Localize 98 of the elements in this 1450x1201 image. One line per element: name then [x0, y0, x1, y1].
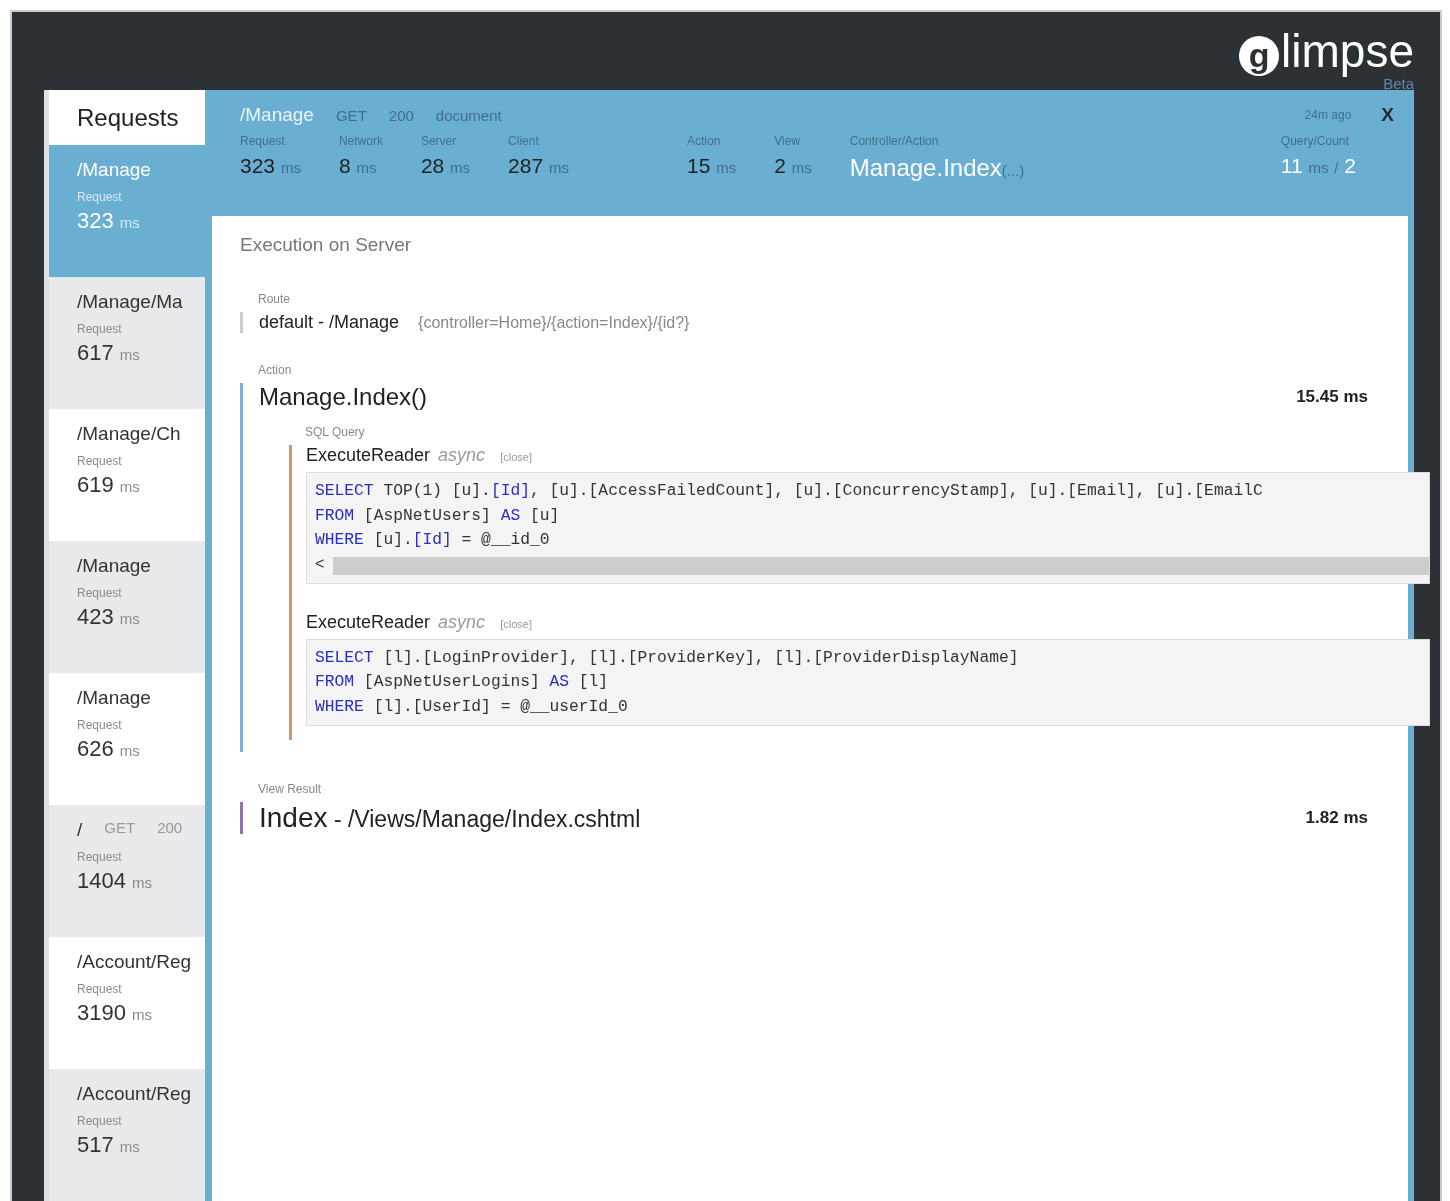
- request-label: Request: [77, 190, 123, 204]
- request-item[interactable]: /Manage/Ch Request 619 ms: [49, 409, 205, 541]
- request-time: 626: [77, 736, 114, 761]
- time-unit: ms: [132, 1006, 153, 1023]
- code-line: SELECT TOP(1) [u].[Id], [u].[AccessFailedCount], [u].[ConcurrencyStamp], [u].[Email], [u].[EmailC: [315, 480, 1264, 502]
- code-line: WHERE [l].[UserId] = @__userId_0: [315, 695, 629, 718]
- time-unit: ms: [1308, 159, 1329, 176]
- metric-label: Query/Count: [1280, 134, 1350, 148]
- metric-label: Request: [240, 134, 286, 148]
- time-unit: ms: [791, 159, 812, 176]
- request-path: /Manage: [240, 104, 314, 126]
- request-path: /Account/Reg: [77, 951, 192, 973]
- request-method: GET: [335, 106, 367, 124]
- request-label: Request: [77, 982, 123, 996]
- time-unit: ms: [119, 742, 140, 759]
- metric-value: 11: [1280, 154, 1303, 177]
- request-method: GET: [104, 819, 136, 838]
- query-mode: async: [438, 611, 486, 632]
- request-path: /: [77, 819, 83, 841]
- code-line: WHERE [u].[Id] = @__id_0: [315, 529, 551, 551]
- request-label: Request: [77, 850, 123, 864]
- request-type: document: [435, 106, 502, 124]
- metric-value: 287: [508, 154, 544, 177]
- request-age: 24m ago: [1304, 108, 1352, 122]
- request-path: /Account/Reg: [77, 1083, 192, 1105]
- request-time: 517: [77, 1132, 114, 1157]
- close-button[interactable]: X: [1381, 104, 1394, 126]
- beta-label: Beta: [1383, 75, 1414, 92]
- request-time: 617: [77, 340, 114, 365]
- route-name: default - /Manage: [259, 312, 400, 332]
- time-unit: ms: [119, 214, 140, 231]
- metric-label: Server: [420, 134, 458, 148]
- time-unit: ms: [119, 1138, 140, 1155]
- request-label: Request: [77, 1114, 123, 1128]
- sidebar-title: Requests: [49, 90, 205, 145]
- request-time: 323: [77, 208, 114, 233]
- code-line: FROM [AspNetUserLogins] AS [l]: [315, 671, 610, 693]
- view-result-label: View Result: [258, 782, 323, 796]
- request-path: /Manage: [77, 159, 151, 181]
- time-unit: ms: [280, 159, 301, 176]
- logo-glyph: g: [1239, 35, 1280, 76]
- metric-label: Action: [687, 134, 722, 148]
- metric-value: 2: [774, 154, 786, 177]
- request-item[interactable]: /Manage Request 423 ms: [49, 541, 205, 673]
- query-count: 2: [1344, 154, 1356, 177]
- action-label: Action: [258, 363, 293, 377]
- controller-action: Manage.Index: [849, 154, 1002, 181]
- time-unit: ms: [119, 346, 140, 363]
- request-item[interactable]: /Manage Request 626 ms: [49, 673, 205, 805]
- request-time: 3190: [77, 1000, 126, 1025]
- request-path: /Manage/Ch: [77, 423, 181, 445]
- time-unit: ms: [132, 874, 153, 891]
- metric-value: 15: [687, 154, 711, 177]
- request-status: 200: [157, 819, 183, 838]
- sql-label: SQL Query: [305, 425, 366, 439]
- action-time: 15.45 ms: [1296, 387, 1368, 407]
- request-path: /Manage: [77, 687, 151, 709]
- logo-text: limpse: [1281, 24, 1414, 78]
- request-time: 423: [77, 604, 114, 629]
- time-unit: ms: [716, 159, 737, 176]
- time-unit: ms: [450, 159, 471, 176]
- time-unit: ms: [356, 159, 377, 176]
- request-time: 619: [77, 472, 114, 497]
- request-time: 1404: [77, 868, 126, 893]
- scroll-left-button[interactable]: <: [315, 553, 325, 578]
- route-template: {controller=Home}/{action=Index}/{id?}: [418, 314, 690, 331]
- time-unit: ms: [119, 610, 140, 627]
- request-path: /Manage: [77, 555, 151, 577]
- view-time: 1.82 ms: [1305, 808, 1368, 828]
- metric-label: Network: [338, 134, 383, 148]
- metric-label: Client: [508, 134, 540, 148]
- code-line: FROM [AspNetUsers] AS [u]: [315, 504, 561, 527]
- request-label: Request: [77, 718, 123, 732]
- request-label: Request: [77, 454, 123, 468]
- request-item[interactable]: /Account/Reg Request 517 ms: [49, 1069, 205, 1201]
- query-command: ExecuteReader: [306, 445, 431, 465]
- code-line: SELECT [l].[LoginProvider], [l].[ProviderKey], [l].[ProviderDisplayName]: [315, 646, 1020, 669]
- metric-value: 8: [338, 154, 351, 177]
- time-unit: ms: [119, 478, 140, 495]
- request-item[interactable]: / GET 200 Request 1404 ms: [49, 805, 205, 937]
- route-label: Route: [258, 292, 292, 306]
- request-label: Request: [77, 586, 123, 600]
- request-item[interactable]: /Account/Reg Request 3190 ms: [49, 937, 205, 1069]
- time-unit: ms: [549, 159, 569, 176]
- separator: /: [1334, 159, 1339, 176]
- action-name: Manage.Index(): [259, 383, 428, 411]
- request-status: 200: [388, 106, 414, 124]
- metric-value: 323: [240, 154, 276, 177]
- metric-value: 28: [420, 154, 445, 177]
- request-path: /Manage/Ma: [77, 291, 183, 313]
- request-item[interactable]: /Manage/Ma Request 617 ms: [49, 277, 205, 409]
- section-title: Execution on Server: [240, 234, 413, 256]
- view-result: Index - /Views/Manage/Index.cshtml: [259, 802, 641, 834]
- query-command: ExecuteReader: [306, 611, 431, 632]
- metric-label: Controller/Action: [849, 134, 940, 148]
- query-mode: async: [438, 445, 486, 465]
- request-label: Request: [77, 322, 123, 336]
- metric-label: View: [774, 134, 801, 148]
